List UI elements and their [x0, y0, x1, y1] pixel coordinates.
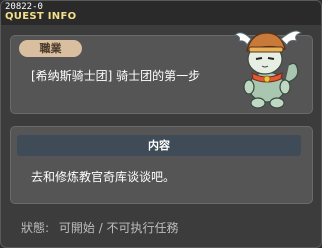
quest-name: [希纳斯骑士团] 骑士团的第一步	[31, 69, 201, 83]
status-label: 狀態:	[21, 221, 50, 235]
job-badge: 職業	[19, 40, 82, 57]
mascot-icon	[233, 30, 302, 109]
quest-info-window: 20822-0 QUEST INFO 職業 [希纳斯骑士团] 骑士团的第一步 内…	[0, 0, 322, 248]
content-text: 去和修炼教官奇库谈谈吧。	[31, 170, 176, 184]
status-row: 狀態: 可開始 / 不可执行任務	[21, 220, 185, 236]
status-value: 可開始 / 不可执行任務	[58, 221, 179, 235]
content-header: 内容	[17, 135, 301, 156]
window-title: QUEST INFO	[5, 11, 77, 22]
